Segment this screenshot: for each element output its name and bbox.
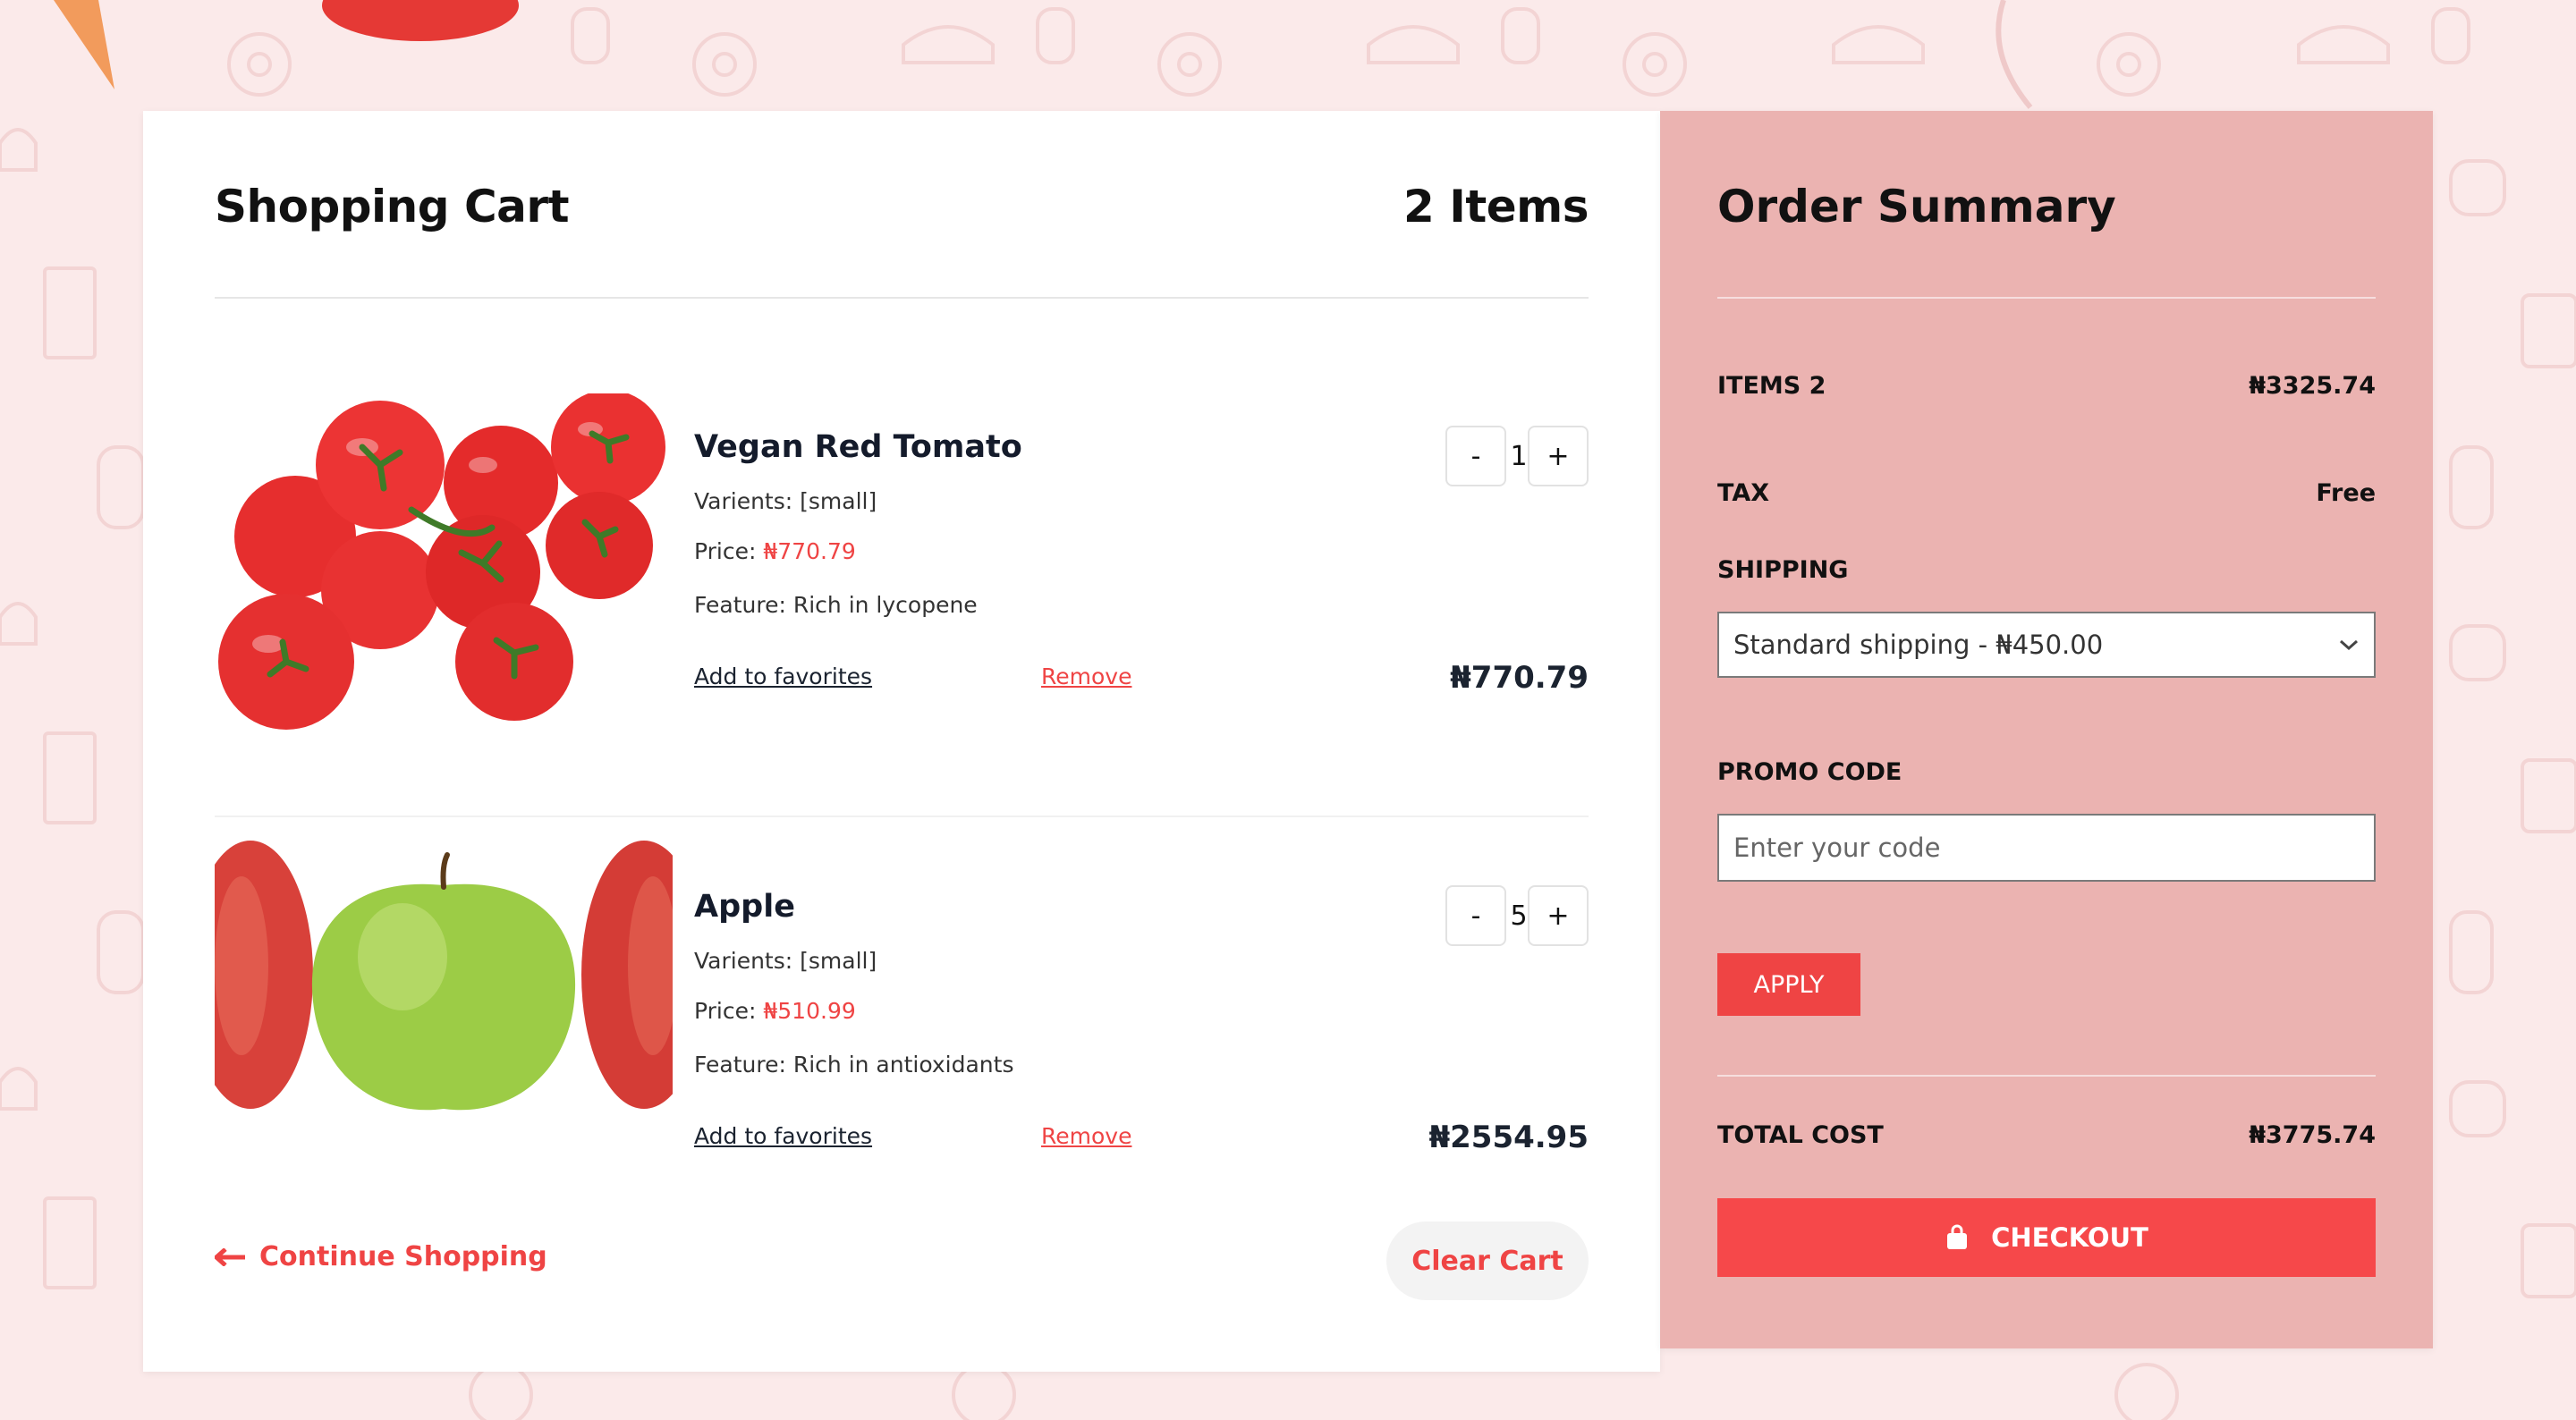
decrease-quantity-button[interactable]: - [1445,885,1506,946]
cart-item-apple: Apple Varients: [small] Price: ₦510.99 F… [215,841,1589,1211]
price-value: ₦510.99 [763,998,856,1024]
tomato-image [218,393,665,730]
decorative-produce-top [54,0,2033,109]
clear-cart-button[interactable]: Clear Cart [1386,1221,1589,1300]
item-price: Price: ₦770.79 [694,538,856,564]
cart-item-tomato: Vegan Red Tomato Varients: [small] Price… [215,393,1589,751]
shipping-selected-value: Standard shipping - ₦450.00 [1733,630,2104,660]
promo-code-input[interactable] [1717,814,2376,882]
varients-label: Varients: [694,488,793,514]
arrow-left-icon [215,1247,245,1266]
increase-quantity-button[interactable]: + [1528,426,1589,486]
continue-shopping-link[interactable]: Continue Shopping [215,1241,547,1272]
shopping-cart-panel: Shopping Cart 2 Items Vegan Red Tomato V… [143,111,1660,1372]
total-cost-label: TOTAL COST [1717,1121,1884,1149]
order-summary-panel: Order Summary ITEMS 2 ₦3325.74 TAX Free … [1660,111,2433,1348]
items-subtotal-value: ₦3325.74 [2249,372,2376,400]
item-total-price: ₦770.79 [1450,660,1589,696]
varients-label: Varients: [694,948,793,974]
chevron-down-icon [2340,639,2358,651]
item-varients: Varients: [small] [694,948,877,974]
remove-item-link[interactable]: Remove [1041,1123,1131,1149]
item-divider [215,816,1589,817]
item-name: Vegan Red Tomato [694,429,1022,465]
total-cost-value: ₦3775.74 [2249,1121,2376,1149]
items-count-label: ITEMS 2 [1717,372,1826,400]
cart-item-count: 2 Items [1403,181,1589,232]
checkout-label: CHECKOUT [1991,1222,2148,1253]
varients-value: [small] [800,948,877,974]
cart-header-divider [215,297,1589,299]
checkout-button[interactable]: CHECKOUT [1717,1198,2376,1277]
add-to-favorites-link[interactable]: Add to favorites [694,1123,872,1149]
summary-divider [1717,1075,2376,1077]
promo-code-label: PROMO CODE [1717,758,1902,786]
tax-label: TAX [1717,479,1770,507]
add-to-favorites-link[interactable]: Add to favorites [694,664,872,689]
item-varients: Varients: [small] [694,488,877,514]
increase-quantity-button[interactable]: + [1528,885,1589,946]
item-name: Apple [694,889,795,925]
decrease-quantity-button[interactable]: - [1445,426,1506,486]
apple-image [215,841,673,1111]
shipping-label: SHIPPING [1717,556,1849,584]
item-price: Price: ₦510.99 [694,998,856,1024]
price-value: ₦770.79 [763,538,856,564]
cart-title: Shopping Cart [215,181,569,232]
varients-value: [small] [800,488,877,514]
remove-item-link[interactable]: Remove [1041,664,1131,689]
item-feature: Feature: Rich in lycopene [694,592,978,618]
shipping-method-select[interactable]: Standard shipping - ₦450.00 [1717,612,2376,678]
summary-title: Order Summary [1717,181,2116,232]
summary-divider [1717,297,2376,299]
price-label: Price: [694,538,757,564]
continue-shopping-label: Continue Shopping [259,1241,547,1272]
item-feature: Feature: Rich in antioxidants [694,1052,1014,1078]
apply-promo-button[interactable]: APPLY [1717,953,1860,1016]
shopping-bag-icon [1947,1224,1968,1249]
tax-value: Free [2316,479,2376,507]
item-total-price: ₦2554.95 [1428,1120,1589,1155]
price-label: Price: [694,998,757,1024]
